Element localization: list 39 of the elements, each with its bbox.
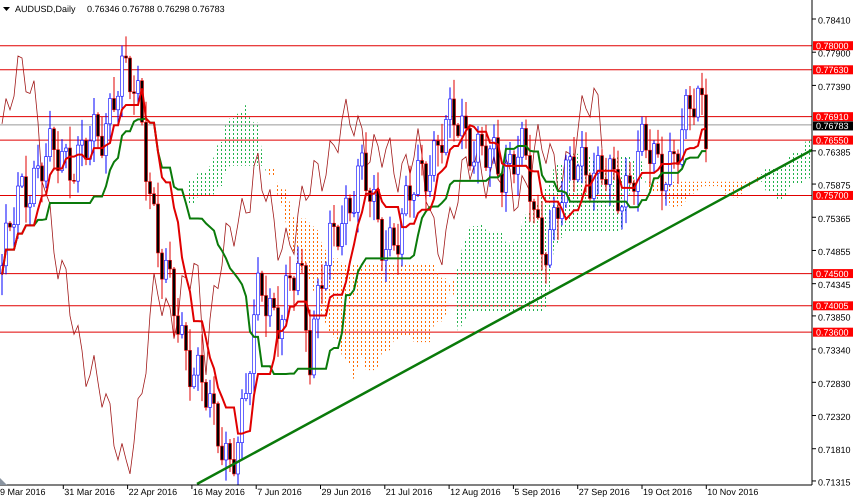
price-axis-label: 0.76385 (818, 147, 851, 158)
date-axis-label: 21 Jul 2016 (386, 487, 432, 497)
price-axis-label: 0.73340 (818, 346, 851, 356)
price-axis-label: 0.72320 (818, 412, 851, 422)
date-axis-label: 16 May 2016 (192, 487, 245, 497)
price-axis-label: 0.77390 (818, 82, 851, 92)
price-level-tag: 0.78000 (813, 40, 853, 51)
dropdown-arrow-icon[interactable] (3, 7, 10, 11)
price-axis-label: 0.78410 (818, 16, 851, 26)
price-level-tag: 0.76550 (813, 135, 853, 146)
date-axis-label: 9 Mar 2016 (0, 487, 46, 497)
price-level-tag: 0.74005 (813, 301, 853, 311)
date-axis-label: 27 Sep 2016 (578, 487, 630, 497)
date-axis-label: 12 Aug 2016 (450, 487, 501, 497)
price-axis-label: 0.75875 (818, 180, 851, 191)
chart-shift-icon[interactable] (0, 478, 7, 485)
date-axis-label: 29 Jun 2016 (322, 487, 372, 497)
price-axis-label: 0.77900 (818, 48, 851, 59)
price-axis-label: 0.72830 (818, 378, 851, 389)
date-axis-label: 19 Oct 2016 (643, 487, 692, 497)
price-axis-label: 0.75365 (818, 214, 851, 224)
price-axis-label: 0.73850 (818, 312, 851, 322)
ohlc-values: 0.76346 0.76788 0.76298 0.76783 (87, 4, 225, 14)
price-level-tag: 0.77630 (813, 64, 853, 75)
chart-symbol: AUDUSD,Daily (15, 4, 76, 14)
current-price-tag: 0.76783 (813, 121, 853, 132)
date-axis-label: 10 Nov 2016 (707, 487, 758, 497)
price-axis-label: 0.74855 (818, 246, 851, 257)
price-axis-label: 0.74345 (818, 280, 851, 290)
date-axis-label: 7 Jun 2016 (257, 487, 302, 497)
date-axis-label: 5 Sep 2016 (514, 487, 560, 497)
price-axis-label: 0.71810 (818, 445, 851, 456)
price-level-tag: 0.73600 (813, 327, 853, 338)
price-level-tag: 0.75700 (813, 190, 853, 201)
price-level-tag: 0.74500 (813, 268, 853, 279)
price-axis-label: 0.71315 (818, 477, 851, 488)
date-axis-label: 22 Apr 2016 (128, 487, 178, 497)
price-level-tag: 0.76910 (813, 112, 853, 122)
date-axis-label: 31 Mar 2016 (64, 487, 115, 497)
